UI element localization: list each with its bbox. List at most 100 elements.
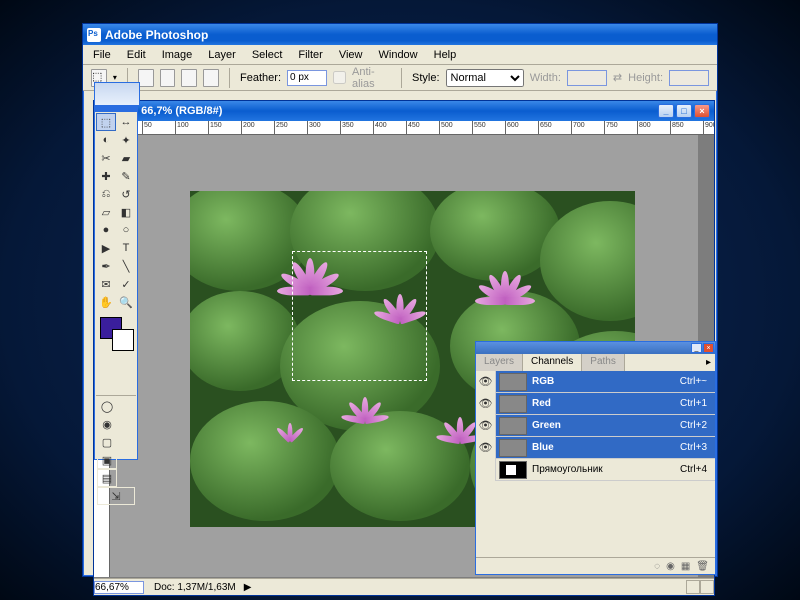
quickmask-on[interactable]: ◉ <box>97 415 117 433</box>
doc-size: Doc: 1,37M/1,63M <box>150 582 240 593</box>
menu-image[interactable]: Image <box>154 47 201 63</box>
ruler-tick: 100 <box>176 121 209 134</box>
path-select-tool[interactable]: ▶ <box>96 239 116 257</box>
window-buttons: _ □ × <box>658 104 710 118</box>
ruler-tick: 150 <box>209 121 242 134</box>
channel-thumbnail <box>499 395 527 413</box>
channel-shortcut: Ctrl+~ <box>680 376 715 387</box>
scroll-right-icon[interactable] <box>700 580 714 594</box>
app-icon <box>87 28 101 42</box>
quickmask-off[interactable]: ◯ <box>97 397 117 415</box>
toolbox[interactable]: ⬚ ↔ ◐ ✦ ✂ ▰ ✚ ✎ ⎌ ↺ ▱ ◧ ● ○ ▶ T ✒ ╲ ✉ ✓ … <box>94 102 138 460</box>
gradient-tool[interactable]: ◧ <box>116 203 136 221</box>
minimize-button[interactable]: _ <box>658 104 674 118</box>
slice-tool[interactable]: ▰ <box>116 149 136 167</box>
ruler-tick: 450 <box>407 121 440 134</box>
channel-shortcut: Ctrl+2 <box>680 420 715 431</box>
screen-standard[interactable]: ▢ <box>97 433 117 451</box>
type-tool[interactable]: T <box>116 239 136 257</box>
save-selection-icon[interactable]: ◉ <box>666 561 675 572</box>
background-swatch[interactable] <box>112 329 134 351</box>
notes-tool[interactable]: ✉ <box>96 275 116 293</box>
history-brush-tool[interactable]: ↺ <box>116 185 136 203</box>
document-titlebar[interactable]: и.jpg @ 66,7% (RGB/8#) _ □ × <box>94 101 714 121</box>
visibility-icon[interactable] <box>476 459 496 481</box>
wand-tool[interactable]: ✦ <box>116 131 136 149</box>
screen-full-menu[interactable]: ▣ <box>97 451 117 469</box>
delete-channel-icon[interactable]: 🗑 <box>696 561 709 572</box>
shape-tool[interactable]: ╲ <box>116 257 136 275</box>
panel-minimize-icon[interactable]: _ <box>691 343 702 353</box>
menu-view[interactable]: View <box>331 47 371 63</box>
channel-label: Blue <box>530 442 680 453</box>
menu-help[interactable]: Help <box>426 47 465 63</box>
scroll-left-icon[interactable] <box>686 580 700 594</box>
tab-paths[interactable]: Paths <box>582 354 625 371</box>
eraser-tool[interactable]: ▱ <box>96 203 116 221</box>
visibility-icon[interactable]: 👁 <box>476 371 496 393</box>
pen-tool[interactable]: ✒ <box>96 257 116 275</box>
style-select[interactable]: Normal <box>446 69 524 87</box>
ruler-horizontal[interactable]: 0501001502002503003504004505005506006507… <box>94 121 714 135</box>
channel-row[interactable]: ПрямоугольникCtrl+4 <box>476 459 715 481</box>
menu-select[interactable]: Select <box>244 47 291 63</box>
ruler-tick: 50 <box>143 121 176 134</box>
zoom-input[interactable] <box>94 581 144 594</box>
stamp-tool[interactable]: ⎌ <box>96 185 116 203</box>
visibility-icon[interactable]: 👁 <box>476 415 496 437</box>
visibility-icon[interactable]: 👁 <box>476 437 496 459</box>
panel-close-icon[interactable]: × <box>703 343 714 353</box>
maximize-button[interactable]: □ <box>676 104 692 118</box>
move-tool[interactable]: ↔ <box>116 113 136 131</box>
load-selection-icon[interactable]: ◌ <box>654 561 660 572</box>
status-bar: Doc: 1,37M/1,63M ▶ <box>94 578 714 595</box>
dodge-tool[interactable]: ○ <box>116 221 136 239</box>
channel-label: Прямоугольник <box>530 464 680 475</box>
selection-new-icon[interactable] <box>138 69 154 87</box>
crop-tool[interactable]: ✂ <box>96 149 116 167</box>
selection-add-icon[interactable] <box>160 69 176 87</box>
channel-row[interactable]: 👁GreenCtrl+2 <box>476 415 715 437</box>
channel-row[interactable]: 👁BlueCtrl+3 <box>476 437 715 459</box>
visibility-icon[interactable]: 👁 <box>476 393 496 415</box>
antialias-checkbox <box>333 71 346 84</box>
brush-tool[interactable]: ✎ <box>116 167 136 185</box>
titlebar[interactable]: Adobe Photoshop <box>83 24 717 45</box>
ruler-tick: 400 <box>374 121 407 134</box>
channel-row[interactable]: 👁RGBCtrl+~ <box>476 371 715 393</box>
selection-intersect-icon[interactable] <box>203 69 219 87</box>
menu-edit[interactable]: Edit <box>119 47 154 63</box>
menu-window[interactable]: Window <box>371 47 426 63</box>
height-input <box>669 70 709 86</box>
channel-thumbnail <box>499 417 527 435</box>
hand-tool[interactable]: ✋ <box>96 293 116 311</box>
channel-label: Red <box>530 398 680 409</box>
marquee-tool[interactable]: ⬚ <box>96 113 116 131</box>
close-button[interactable]: × <box>694 104 710 118</box>
marquee-selection[interactable] <box>292 251 427 381</box>
screen-full[interactable]: ▤ <box>97 469 117 487</box>
blur-tool[interactable]: ● <box>96 221 116 239</box>
heal-tool[interactable]: ✚ <box>96 167 116 185</box>
status-arrow-icon[interactable]: ▶ <box>240 582 256 593</box>
zoom-tool[interactable]: 🔍 <box>116 293 136 311</box>
color-swatches[interactable] <box>96 313 136 355</box>
jump-imageready[interactable]: ⇲ <box>97 487 135 505</box>
channel-row[interactable]: 👁RedCtrl+1 <box>476 393 715 415</box>
panel-header[interactable]: _ × <box>476 342 715 354</box>
selection-subtract-icon[interactable] <box>181 69 197 87</box>
panel-menu-icon[interactable]: ▸ <box>706 357 711 368</box>
channels-panel[interactable]: _ × Layers Channels Paths ▸ 👁RGBCtrl+~👁R… <box>475 341 716 575</box>
lasso-tool[interactable]: ◐ <box>96 131 116 149</box>
menu-file[interactable]: File <box>85 47 119 63</box>
tab-layers[interactable]: Layers <box>476 354 523 371</box>
eyedropper-tool[interactable]: ✓ <box>116 275 136 293</box>
ruler-tick: 200 <box>242 121 275 134</box>
new-channel-icon[interactable]: ▦ <box>681 561 690 572</box>
menu-filter[interactable]: Filter <box>290 47 330 63</box>
feather-input[interactable] <box>287 70 327 86</box>
tab-channels[interactable]: Channels <box>523 354 582 371</box>
dropdown-icon[interactable]: ▾ <box>113 73 117 82</box>
menu-layer[interactable]: Layer <box>200 47 244 63</box>
swap-icon[interactable]: ⇄ <box>613 71 622 84</box>
